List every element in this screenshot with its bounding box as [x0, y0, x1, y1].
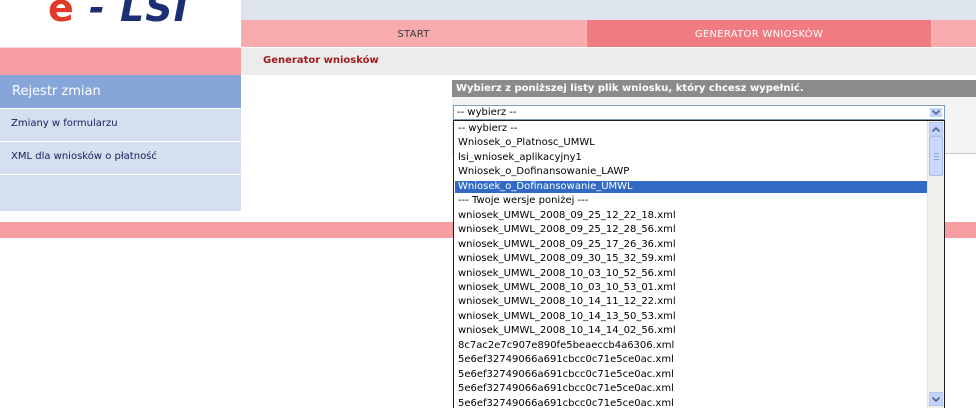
sidebar-item-label[interactable]: XML dla wniosków o płatność: [11, 151, 157, 162]
tab-start[interactable]: START: [242, 20, 585, 47]
logo-e-icon: e: [48, 0, 75, 30]
dropdown-option[interactable]: 5e6ef32749066a691cbcc0c71e5ce0ac.xml: [455, 383, 931, 395]
logo-text: - LSI: [89, 0, 189, 30]
scrollbar-thumb[interactable]: [929, 136, 943, 176]
dropdown-option[interactable]: 5e6ef32749066a691cbcc0c71e5ce0ac.xml: [455, 354, 931, 366]
tab-extra: [933, 20, 976, 47]
dropdown-option[interactable]: wniosek_UMWL_2008_09_25_12_28_56.xml: [455, 224, 931, 236]
dropdown-option[interactable]: wniosek_UMWL_2008_10_14_13_50_53.xml: [455, 311, 931, 323]
dropdown-option[interactable]: wniosek_UMWL_2008_09_25_17_26_36.xml: [455, 239, 931, 251]
dropdown-option[interactable]: --- Twoje wersje poniżej ---: [455, 195, 931, 207]
dropdown-option[interactable]: Wniosek_o_Platnosc_UMWL: [455, 137, 931, 149]
sidebar-item-zmiany-w-formularzu[interactable]: Zmiany w formularzu: [0, 109, 241, 142]
breadcrumb: Generator wniosków: [263, 55, 379, 66]
scroll-up-icon[interactable]: [929, 122, 943, 136]
dropdown-scrollbar[interactable]: [927, 121, 944, 408]
dropdown-option[interactable]: wniosek_UMWL_2008_09_30_15_32_59.xml: [455, 253, 931, 265]
dropdown-option[interactable]: wniosek_UMWL_2008_10_14_14_02_56.xml: [455, 325, 931, 337]
sidebar-title: Rejestr zmian: [12, 84, 101, 99]
dropdown-option[interactable]: wniosek_UMWL_2008_09_25_12_22_18.xml: [455, 210, 931, 222]
file-select[interactable]: -- wybierz --: [453, 105, 945, 120]
sidebar-item-xml-dla-wnioskow[interactable]: XML dla wniosków o płatność: [0, 142, 241, 175]
dropdown-option[interactable]: -- wybierz --: [455, 123, 931, 135]
prompt-text: Wybierz z poniższej listy plik wniosku, …: [456, 83, 804, 94]
dropdown-option[interactable]: Wniosek_o_Dofinansowanie_UMWL: [455, 180, 931, 193]
file-select-value: -- wybierz --: [457, 107, 517, 118]
dropdown-option[interactable]: Wniosek_o_Dofinansowanie_LAWP: [455, 166, 931, 178]
scroll-down-icon[interactable]: [929, 392, 943, 406]
dropdown-option[interactable]: 5e6ef32749066a691cbcc0c71e5ce0ac.xml: [455, 398, 931, 408]
tab-generator-wnioskow[interactable]: GENERATOR WNIOSKÓW: [587, 20, 931, 47]
dropdown-option[interactable]: wniosek_UMWL_2008_10_03_10_53_01.xml: [455, 282, 931, 294]
logo-area: e - LSI: [0, 0, 241, 47]
chevron-down-icon[interactable]: [929, 107, 943, 118]
sidebar-item-label[interactable]: Zmiany w formularzu: [11, 118, 118, 129]
dropdown-option[interactable]: wniosek_UMWL_2008_10_14_11_12_22.xml: [455, 296, 931, 308]
dropdown-option[interactable]: wniosek_UMWL_2008_10_03_10_52_56.xml: [455, 268, 931, 280]
app-logo[interactable]: e - LSI: [48, 0, 189, 30]
left-header-band: [0, 47, 241, 75]
dropdown-option[interactable]: lsi_wniosek_aplikacyjny1: [455, 152, 931, 164]
dropdown-option[interactable]: 8c7ac2e7c907e890fe5beaeccb4a6306.xml: [455, 340, 931, 352]
dropdown-option[interactable]: 5e6ef32749066a691cbcc0c71e5ce0ac.xml: [455, 369, 931, 381]
file-select-dropdown[interactable]: -- wybierz -- Wniosek_o_Platnosc_UMWL lsi_…: [453, 120, 945, 408]
